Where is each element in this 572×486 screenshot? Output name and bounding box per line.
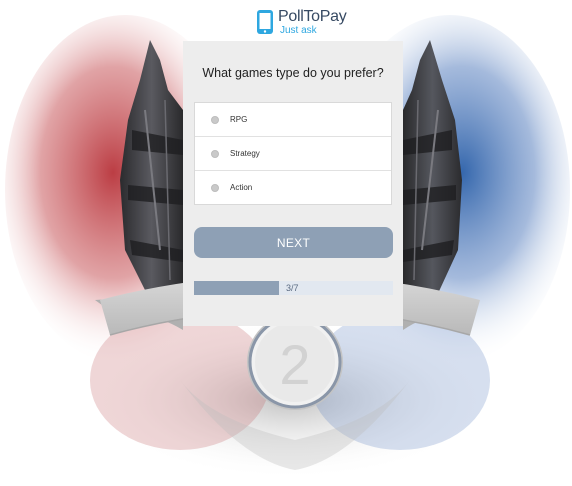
- progress-bar: 3/7: [194, 281, 393, 295]
- option-label: RPG: [230, 115, 248, 124]
- poll-question: What games type do you prefer?: [202, 66, 384, 80]
- radio-button[interactable]: [211, 149, 219, 158]
- brand-name: PollToPay: [278, 7, 347, 25]
- option-rpg[interactable]: RPG: [195, 103, 391, 137]
- round-number-badge: 2: [279, 333, 311, 396]
- progress-text: 3/7: [286, 283, 299, 293]
- phone-icon: [257, 10, 273, 34]
- brand-logo: PollToPay Just ask: [256, 7, 347, 36]
- option-strategy[interactable]: Strategy: [195, 137, 391, 171]
- option-label: Action: [230, 183, 253, 192]
- poll-card: What games type do you prefer? RPG Strat…: [183, 41, 403, 326]
- brand-tagline: Just ask: [280, 24, 317, 36]
- option-action[interactable]: Action: [195, 171, 391, 204]
- radio-button[interactable]: [211, 115, 219, 124]
- option-label: Strategy: [230, 149, 260, 158]
- radio-button[interactable]: [211, 183, 219, 192]
- progress-fill: [194, 281, 280, 295]
- poll-options-list: RPG Strategy Action: [194, 102, 392, 205]
- next-button[interactable]: NEXT: [194, 227, 393, 258]
